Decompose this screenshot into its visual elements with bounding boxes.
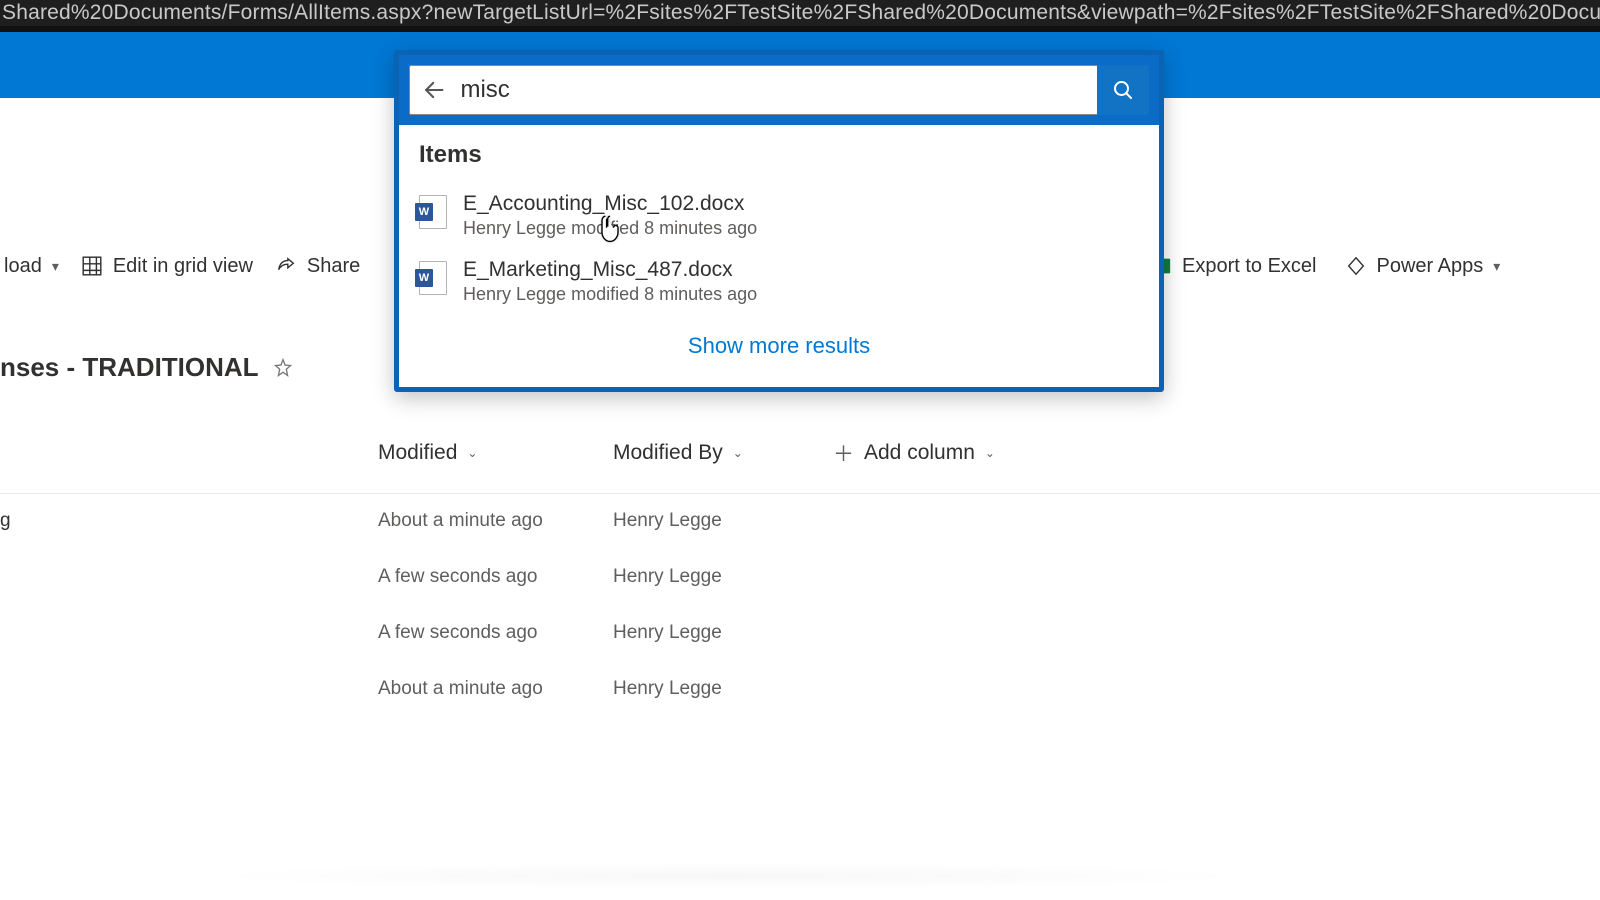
library-title-text: nses - TRADITIONAL [0,352,259,383]
column-header-modified-by-label: Modified By [613,441,723,465]
search-results: Items E_Accounting_Misc_102.docx Henry L… [399,125,1159,387]
search-result-subtitle: Henry Legge modified 8 minutes ago [463,218,757,239]
column-header-modified[interactable]: Modified ⌄ [378,438,613,486]
add-column-label: Add column [864,441,975,465]
search-result-subtitle: Henry Legge modified 8 minutes ago [463,284,757,305]
row-modified: About a minute ago [378,510,613,532]
grid-icon [81,255,103,277]
search-result-title: E_Marketing_Misc_487.docx [463,258,757,282]
share-button[interactable]: Share [275,255,360,278]
add-column-button[interactable]: ＋ Add column ⌄ [833,438,1600,486]
word-file-icon [419,261,447,295]
search-result-item[interactable]: E_Marketing_Misc_487.docx Henry Legge mo… [417,249,1141,315]
row-name: g [0,510,378,532]
shadow [200,862,1260,890]
address-bar-text: Shared%20Documents/Forms/AllItems.aspx?n… [0,1,1600,25]
column-header-modified-by[interactable]: Modified By ⌄ [613,438,833,486]
show-more-results-link[interactable]: Show more results [417,315,1141,381]
search-input[interactable] [460,76,1085,104]
row-modified: About a minute ago [378,678,613,700]
chevron-down-icon: ⌄ [985,446,995,460]
browser-address-bar[interactable]: Shared%20Documents/Forms/AllItems.aspx?n… [0,0,1600,26]
document-list: g About a minute ago Henry Legge A few s… [0,493,1600,717]
power-apps-label: Power Apps [1377,255,1484,278]
row-modified-by: Henry Legge [613,510,833,532]
table-row[interactable]: About a minute ago Henry Legge [0,661,1600,717]
chevron-down-icon: ⌄ [733,446,743,460]
chevron-down-icon: ▾ [1493,258,1500,275]
table-row[interactable]: g About a minute ago Henry Legge [0,493,1600,549]
not-following-icon[interactable] [273,358,293,378]
search-box[interactable] [409,65,1097,115]
edit-grid-label: Edit in grid view [113,255,253,278]
upload-button[interactable]: load ▾ [4,255,59,278]
table-row[interactable]: A few seconds ago Henry Legge [0,605,1600,661]
row-modified: A few seconds ago [378,622,613,644]
word-file-icon [419,195,447,229]
row-modified-by: Henry Legge [613,678,833,700]
library-title: nses - TRADITIONAL [0,352,293,383]
back-arrow-icon[interactable] [422,77,446,103]
chevron-down-icon: ▾ [52,258,59,275]
chevron-down-icon: ⌄ [467,446,477,460]
search-result-item[interactable]: E_Accounting_Misc_102.docx Henry Legge m… [417,183,1141,249]
power-apps-button[interactable]: Power Apps ▾ [1345,255,1501,278]
row-modified-by: Henry Legge [613,566,833,588]
search-bar [399,55,1159,125]
powerapps-icon [1345,255,1367,277]
export-excel-button[interactable]: Export to Excel [1150,255,1317,278]
upload-label: load [4,255,42,278]
column-headers: Modified ⌄ Modified By ⌄ ＋ Add column ⌄ [0,438,1600,486]
search-suggestions-panel: Items E_Accounting_Misc_102.docx Henry L… [394,50,1164,392]
table-row[interactable]: A few seconds ago Henry Legge [0,549,1600,605]
edit-grid-view-button[interactable]: Edit in grid view [81,255,253,278]
search-icon [1111,78,1135,102]
search-results-header: Items [417,135,1141,183]
column-header-modified-label: Modified [378,441,457,465]
share-label: Share [307,255,360,278]
search-result-title: E_Accounting_Misc_102.docx [463,192,757,216]
export-excel-label: Export to Excel [1182,255,1317,278]
row-modified-by: Henry Legge [613,622,833,644]
search-submit-button[interactable] [1097,65,1149,115]
share-icon [275,255,297,277]
row-modified: A few seconds ago [378,566,613,588]
